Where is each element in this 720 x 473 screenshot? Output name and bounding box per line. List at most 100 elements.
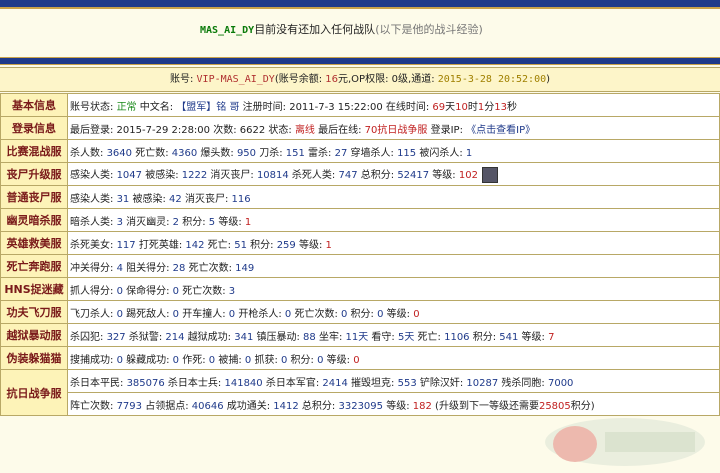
- table-row: 伪装躲猫猫 搜捕成功: 0 躲藏成功: 0 作死: 0 被捕: 0 抓获: 0 积…: [0, 346, 720, 370]
- stat-text: 摧毁坦克:: [347, 377, 398, 389]
- row-label: 抗日战争服: [0, 369, 68, 416]
- stat-text: 死亡次数:: [185, 262, 236, 274]
- stat-text: 7793: [116, 400, 143, 412]
- stat-text: 离线: [294, 124, 315, 136]
- stat-text: 搜捕成功:: [70, 354, 117, 366]
- row-content: 杀人数: 3640 死亡数: 4360 爆头数: 950 刀杀: 151 雷杀:…: [67, 139, 720, 163]
- stat-text: 死亡:: [414, 331, 445, 343]
- row-label: 幽灵暗杀服: [0, 208, 68, 232]
- table-row: 功夫飞刀服 飞刀杀人: 0 踢死敌人: 0 开车撞人: 0 开枪杀人: 0 死亡次…: [0, 300, 720, 324]
- stat-text: 死亡:: [204, 239, 235, 251]
- stat-text: 被捕:: [215, 354, 245, 366]
- stat-text: 死亡次数:: [291, 308, 341, 320]
- row-label: 比赛混战服: [0, 139, 68, 163]
- row-content: 杀囚犯: 327 杀狱警: 214 越狱成功: 341 镇压暴动: 88 坐牢:…: [67, 323, 720, 347]
- row-label: 基本信息: [0, 93, 68, 117]
- stat-text: 秒: [507, 101, 517, 113]
- stat-text: 149: [235, 262, 255, 274]
- stat-text: 踢死敌人:: [122, 308, 173, 320]
- stat-text: 铲除汉奸:: [416, 377, 467, 389]
- row-content: 抓人得分: 0 保命得分: 0 死亡次数: 3: [67, 277, 720, 301]
- stat-text: 被闪杀人:: [416, 147, 466, 159]
- stat-text: 142: [185, 239, 205, 251]
- stat-text: 消灭丧尸:: [181, 193, 232, 205]
- account-id: VIP-MAS_AI_DY: [196, 74, 275, 85]
- stat-text: 抓人得分:: [70, 285, 117, 297]
- no-team-text: 目前没有还加入任何战队: [254, 23, 376, 36]
- stat-text: 7000: [547, 377, 574, 389]
- stat-text: 等级:: [429, 169, 459, 181]
- account-bar: 账号: VIP-MAS_AI_DY(账号余额: 16元,OP权限: 0级,通道:…: [0, 67, 720, 92]
- stat-text: 开枪杀人:: [235, 308, 285, 320]
- stat-text: 爆头数:: [197, 147, 237, 159]
- stat-text: 阻关得分:: [122, 262, 173, 274]
- stat-text: 感染人类:: [70, 169, 117, 181]
- row-content: 冲关得分: 4 阻关得分: 28 死亡次数: 149: [67, 254, 720, 278]
- row-content: 最后登录: 2015-7-29 2:28:00 次数: 6622 状态: 离线 …: [67, 116, 720, 140]
- stat-text: 151: [285, 147, 305, 159]
- table-row: 越狱暴动服 杀囚犯: 327 杀狱警: 214 越狱成功: 341 镇压暴动: 8…: [0, 323, 720, 347]
- banner-heading: MAS_AI_DY目前没有还加入任何战队(以下是他的战斗经验): [200, 21, 483, 37]
- stat-text: 1412: [273, 400, 299, 412]
- row-content: 搜捕成功: 0 躲藏成功: 0 作死: 0 被捕: 0 抓获: 0 积分: 0 …: [67, 346, 720, 370]
- stat-text: 感染人类:: [70, 193, 117, 205]
- stat-text: 积分:: [347, 308, 378, 320]
- stat-text: 1047: [116, 169, 143, 181]
- op-label: 元,OP权限:: [338, 74, 392, 85]
- stat-text: 5天: [397, 331, 415, 343]
- table-row: 幽灵暗杀服 暗杀人类: 3 消灭幽灵: 2 积分: 5 等级: 1: [0, 208, 720, 232]
- stat-text: 3: [228, 285, 236, 297]
- stat-text: 时: [467, 101, 478, 113]
- stat-text: 3323095: [338, 400, 384, 412]
- stat-text: 正常: [116, 101, 137, 113]
- table-row: 丧尸升级服 感染人类: 1047 被感染: 1222 消灭丧尸: 10814 杀死…: [0, 162, 720, 186]
- stat-text: 分: [484, 101, 495, 113]
- view-ip-link[interactable]: 《点击查看IP》: [466, 125, 535, 136]
- stat-text: 杀日本军官:: [262, 377, 323, 389]
- stat-text: 327: [106, 331, 126, 343]
- op-value: 0级: [391, 74, 409, 85]
- stat-text: 打死英雄:: [135, 239, 186, 251]
- stat-text: 作死:: [179, 354, 209, 366]
- stat-text: 消灭幽灵:: [122, 216, 173, 228]
- stat-text: (升级到下一等级还需要: [431, 400, 539, 412]
- stat-text: 553: [397, 377, 417, 389]
- stat-text: 【盟军】铭 哥: [176, 101, 240, 113]
- row-label: 伪装躲猫猫: [0, 346, 68, 370]
- stat-text: 越狱成功:: [184, 331, 235, 343]
- stat-text: 1: [465, 147, 473, 159]
- stat-text: 341: [234, 331, 254, 343]
- stat-text: 积分:: [179, 216, 209, 228]
- stat-text: 坐牢:: [315, 331, 346, 343]
- stat-text: 等级:: [383, 308, 414, 320]
- stat-text: 开车撞人:: [179, 308, 229, 320]
- row-content: 账号状态: 正常 中文名: 【盟军】铭 哥 注册时间: 2011-7-3 15:…: [67, 93, 720, 117]
- stat-text: 等级:: [383, 400, 413, 412]
- stat-text: 账号状态:: [70, 101, 117, 113]
- stat-text: 259: [276, 239, 296, 251]
- row-label: 普通丧尸服: [0, 185, 68, 209]
- stat-text: 杀囚犯:: [70, 331, 107, 343]
- stat-text: 42: [169, 193, 182, 205]
- stat-text: 天: [445, 101, 456, 113]
- player-name[interactable]: MAS_AI_DY: [200, 25, 254, 36]
- table-row: 登录信息 最后登录: 2015-7-29 2:28:00 次数: 6622 状态:…: [0, 116, 720, 140]
- balance-value: 16: [325, 74, 338, 85]
- stat-text: 积分:: [469, 331, 500, 343]
- stat-text: 11天: [345, 331, 369, 343]
- row-label: 越狱暴动服: [0, 323, 68, 347]
- stat-text: 10287: [466, 377, 499, 389]
- table-row: 抗日战争服 杀日本平民: 385076 杀日本士兵: 141840 杀日本军官: …: [0, 369, 720, 416]
- stat-text: 镇压暴动:: [253, 331, 304, 343]
- stat-text: 等级:: [295, 239, 326, 251]
- stat-text: 541: [499, 331, 519, 343]
- row-content: 飞刀杀人: 0 踢死敌人: 0 开车撞人: 0 开枪杀人: 0 死亡次数: 0 …: [67, 300, 720, 324]
- stat-text: 1: [325, 239, 332, 251]
- stat-text: 51: [234, 239, 247, 251]
- stat-text: 10814: [256, 169, 289, 181]
- stat-text: 等级:: [518, 331, 549, 343]
- account-close: ): [546, 74, 551, 85]
- row-label: HNS捉迷藏: [0, 277, 68, 301]
- stat-text: 385076: [126, 377, 165, 389]
- stat-text: 13: [494, 101, 507, 113]
